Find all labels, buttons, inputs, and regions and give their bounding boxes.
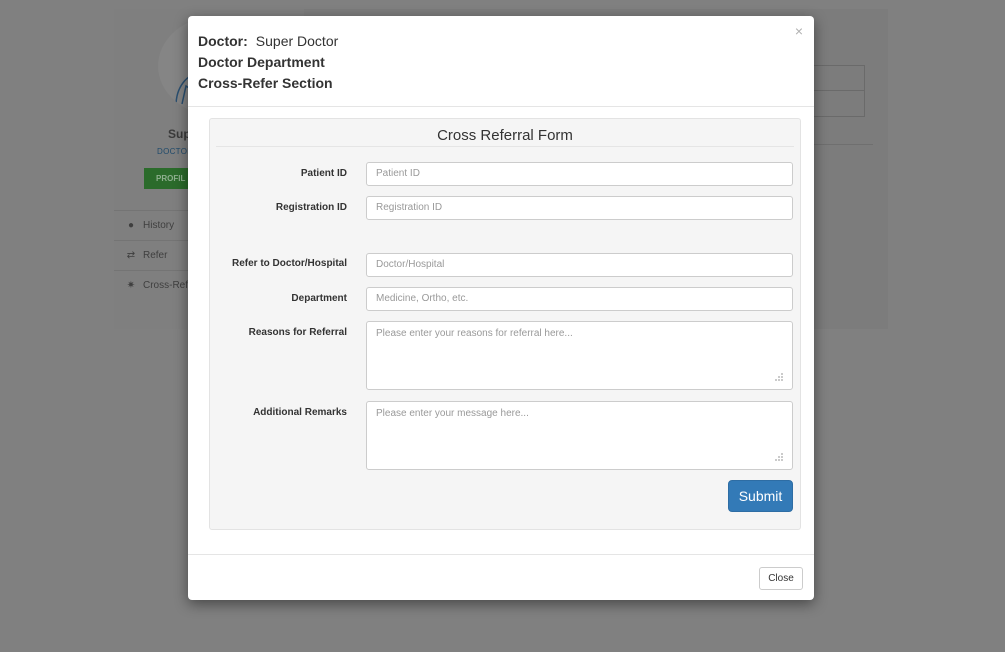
refer-to-label: Refer to Doctor/Hospital: [231, 258, 347, 269]
submit-button[interactable]: Submit: [728, 480, 793, 512]
modal-footer: Close: [188, 554, 814, 601]
sidebar-item-label: Refer: [143, 250, 168, 261]
cross-referral-modal: Doctor: Super Doctor Doctor Department Cr…: [188, 16, 814, 600]
close-button[interactable]: Close: [759, 567, 803, 590]
refer-to-input[interactable]: Doctor/Hospital: [366, 253, 793, 277]
remarks-placeholder: Please enter your message here...: [376, 408, 529, 419]
section-title: Cross-Refer Section: [198, 75, 333, 91]
doctor-name: Super Doctor: [255, 33, 339, 49]
remarks-textarea[interactable]: Please enter your message here...: [366, 401, 793, 470]
doctor-label: Doctor:: [198, 33, 248, 49]
registration-id-label: Registration ID: [275, 202, 347, 213]
department-label: Department: [291, 293, 347, 304]
patient-id-input[interactable]: Patient ID: [366, 162, 793, 186]
cross-referral-form: Cross Referral Form Patient ID Patient I…: [209, 118, 801, 530]
doctor-line: Doctor: Super Doctor: [198, 33, 338, 49]
person-icon: ✷: [126, 280, 136, 291]
reasons-placeholder: Please enter your reasons for referral h…: [376, 328, 573, 339]
department-input[interactable]: Medicine, Ortho, etc.: [366, 287, 793, 311]
form-legend: Cross Referral Form: [216, 125, 794, 147]
resize-grip-icon[interactable]: [773, 373, 783, 383]
sidebar-item-label: Cross-Refe: [143, 280, 194, 291]
department-title: Doctor Department: [198, 54, 325, 70]
close-icon[interactable]: ×: [795, 24, 803, 38]
sidebar-item-label: History: [143, 220, 175, 231]
shuffle-icon: ⇄: [126, 250, 136, 261]
user-icon: ●: [127, 220, 135, 231]
remarks-label: Additional Remarks: [253, 407, 347, 418]
registration-id-input[interactable]: Registration ID: [366, 196, 793, 220]
reasons-label: Reasons for Referral: [248, 327, 347, 338]
resize-grip-icon[interactable]: [773, 453, 783, 463]
reasons-textarea[interactable]: Please enter your reasons for referral h…: [366, 321, 793, 390]
modal-header: Doctor: Super Doctor Doctor Department Cr…: [188, 16, 814, 107]
patient-id-label: Patient ID: [300, 168, 347, 179]
